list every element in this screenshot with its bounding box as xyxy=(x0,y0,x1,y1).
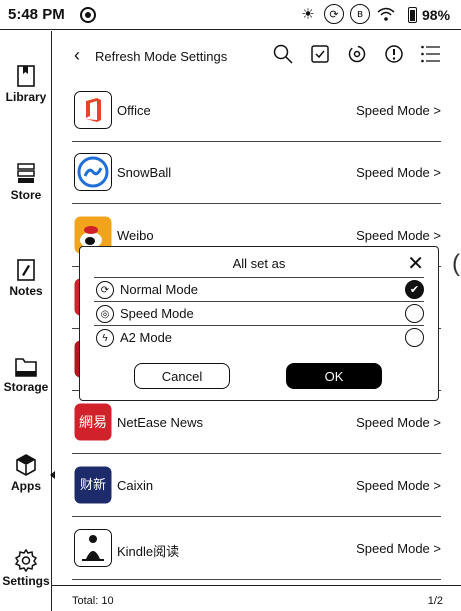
side-panel-handle[interactable]: ( xyxy=(452,250,460,278)
option-normal-mode[interactable]: ⟳ Normal Mode ✔ xyxy=(94,277,424,301)
sidebar-item-library[interactable]: Library xyxy=(0,64,52,104)
app-name: Kindle阅读 xyxy=(117,544,180,559)
cancel-button[interactable]: Cancel xyxy=(134,363,230,389)
svg-text:網易: 網易 xyxy=(79,415,107,431)
select-all-icon[interactable] xyxy=(309,43,331,65)
list-item[interactable]: Office Speed Mode > xyxy=(72,82,441,142)
refresh-mode-link[interactable]: Speed Mode > xyxy=(356,415,441,430)
status-time: 5:48 PM xyxy=(8,6,65,23)
a2-mode-icon: ϟ xyxy=(96,329,114,347)
sidebar-item-store[interactable]: Store xyxy=(0,162,52,202)
battery-percent: 98% xyxy=(422,7,451,23)
ok-button[interactable]: OK xyxy=(286,363,382,389)
refresh-mode-link[interactable]: Speed Mode > xyxy=(356,165,441,180)
apps-icon xyxy=(16,454,36,476)
kindle-icon xyxy=(74,529,112,567)
wifi-icon[interactable] xyxy=(376,4,396,24)
refresh-icon[interactable]: ⟳ xyxy=(324,4,344,24)
refresh-mode-link[interactable]: Speed Mode > xyxy=(356,228,441,243)
bluetooth-icon[interactable]: ʙ xyxy=(350,4,370,24)
app-name: NetEase News xyxy=(117,415,203,430)
app-name: Caixin xyxy=(117,478,154,493)
sync-icon xyxy=(80,7,96,23)
sidebar: Library Store Notes Storage Apps Setting… xyxy=(0,31,52,611)
option-speed-mode[interactable]: ◎ Speed Mode xyxy=(94,301,424,325)
close-icon[interactable]: ✕ xyxy=(407,251,424,276)
sidebar-item-label: Store xyxy=(10,188,42,202)
dialog-title: All set as xyxy=(232,256,286,271)
option-label: Speed Mode xyxy=(120,306,194,321)
storage-icon xyxy=(15,358,37,377)
svg-text:财新: 财新 xyxy=(80,477,106,493)
sidebar-item-label: Settings xyxy=(2,574,50,588)
option-label: Normal Mode xyxy=(120,282,199,297)
speed-mode-icon: ◎ xyxy=(96,305,114,323)
sidebar-item-settings[interactable]: Settings xyxy=(0,548,52,588)
option-label: A2 Mode xyxy=(120,330,173,345)
radio-unchecked-icon[interactable] xyxy=(405,304,424,323)
all-set-as-dialog: All set as ✕ ⟳ Normal Mode ✔ ◎ Speed Mod… xyxy=(79,246,439,401)
back-button[interactable]: ‹ xyxy=(74,45,80,66)
sidebar-item-label: Notes xyxy=(9,284,43,298)
battery-icon xyxy=(408,7,417,23)
list-item[interactable]: 網易 NetEase News Speed Mode > xyxy=(72,394,441,454)
store-icon xyxy=(17,163,35,183)
sidebar-item-apps[interactable]: Apps xyxy=(0,453,52,493)
total-count: Total: 10 xyxy=(72,595,114,607)
sidebar-item-label: Apps xyxy=(11,479,41,493)
brightness-icon[interactable]: ☀ xyxy=(298,4,318,24)
refresh-mode-icon[interactable] xyxy=(346,43,368,65)
app-name: Weibo xyxy=(117,228,154,243)
sidebar-item-notes[interactable]: Notes xyxy=(0,258,52,298)
list-item[interactable]: Kindle阅读 Speed Mode > xyxy=(72,520,441,580)
snowball-icon xyxy=(74,153,112,191)
active-indicator xyxy=(50,471,55,479)
office-icon xyxy=(74,91,112,129)
radio-unchecked-icon[interactable] xyxy=(405,328,424,347)
search-icon[interactable] xyxy=(272,43,294,65)
refresh-mode-link[interactable]: Speed Mode > xyxy=(356,478,441,493)
list-item[interactable]: 财新 Caixin Speed Mode > xyxy=(72,457,441,517)
page-header: ‹ Refresh Mode Settings xyxy=(52,31,461,81)
caixin-icon: 财新 xyxy=(74,466,112,504)
list-item[interactable]: SnowBall Speed Mode > xyxy=(72,144,441,204)
page-indicator[interactable]: 1/2 xyxy=(428,595,443,607)
list-footer: Total: 10 1/2 xyxy=(52,585,461,611)
normal-mode-icon: ⟳ xyxy=(96,281,114,299)
page-title: Refresh Mode Settings xyxy=(95,49,228,64)
sidebar-item-label: Storage xyxy=(3,380,49,394)
option-a2-mode[interactable]: ϟ A2 Mode xyxy=(94,325,424,349)
notes-icon xyxy=(17,259,35,281)
refresh-mode-link[interactable]: Speed Mode > xyxy=(356,103,441,118)
library-icon xyxy=(17,65,35,87)
sidebar-item-label: Library xyxy=(5,90,47,104)
status-bar: 5:48 PM ☀ ⟳ ʙ 98% xyxy=(0,0,461,30)
sidebar-item-storage[interactable]: Storage xyxy=(0,356,52,394)
radio-checked-icon[interactable]: ✔ xyxy=(405,280,424,299)
app-name: Office xyxy=(117,103,151,118)
netease-news-icon: 網易 xyxy=(74,403,112,441)
refresh-mode-link[interactable]: Speed Mode > xyxy=(356,541,441,556)
menu-icon[interactable] xyxy=(420,43,442,65)
settings-icon xyxy=(14,548,38,572)
info-icon[interactable] xyxy=(383,43,405,65)
app-name: SnowBall xyxy=(117,165,172,180)
